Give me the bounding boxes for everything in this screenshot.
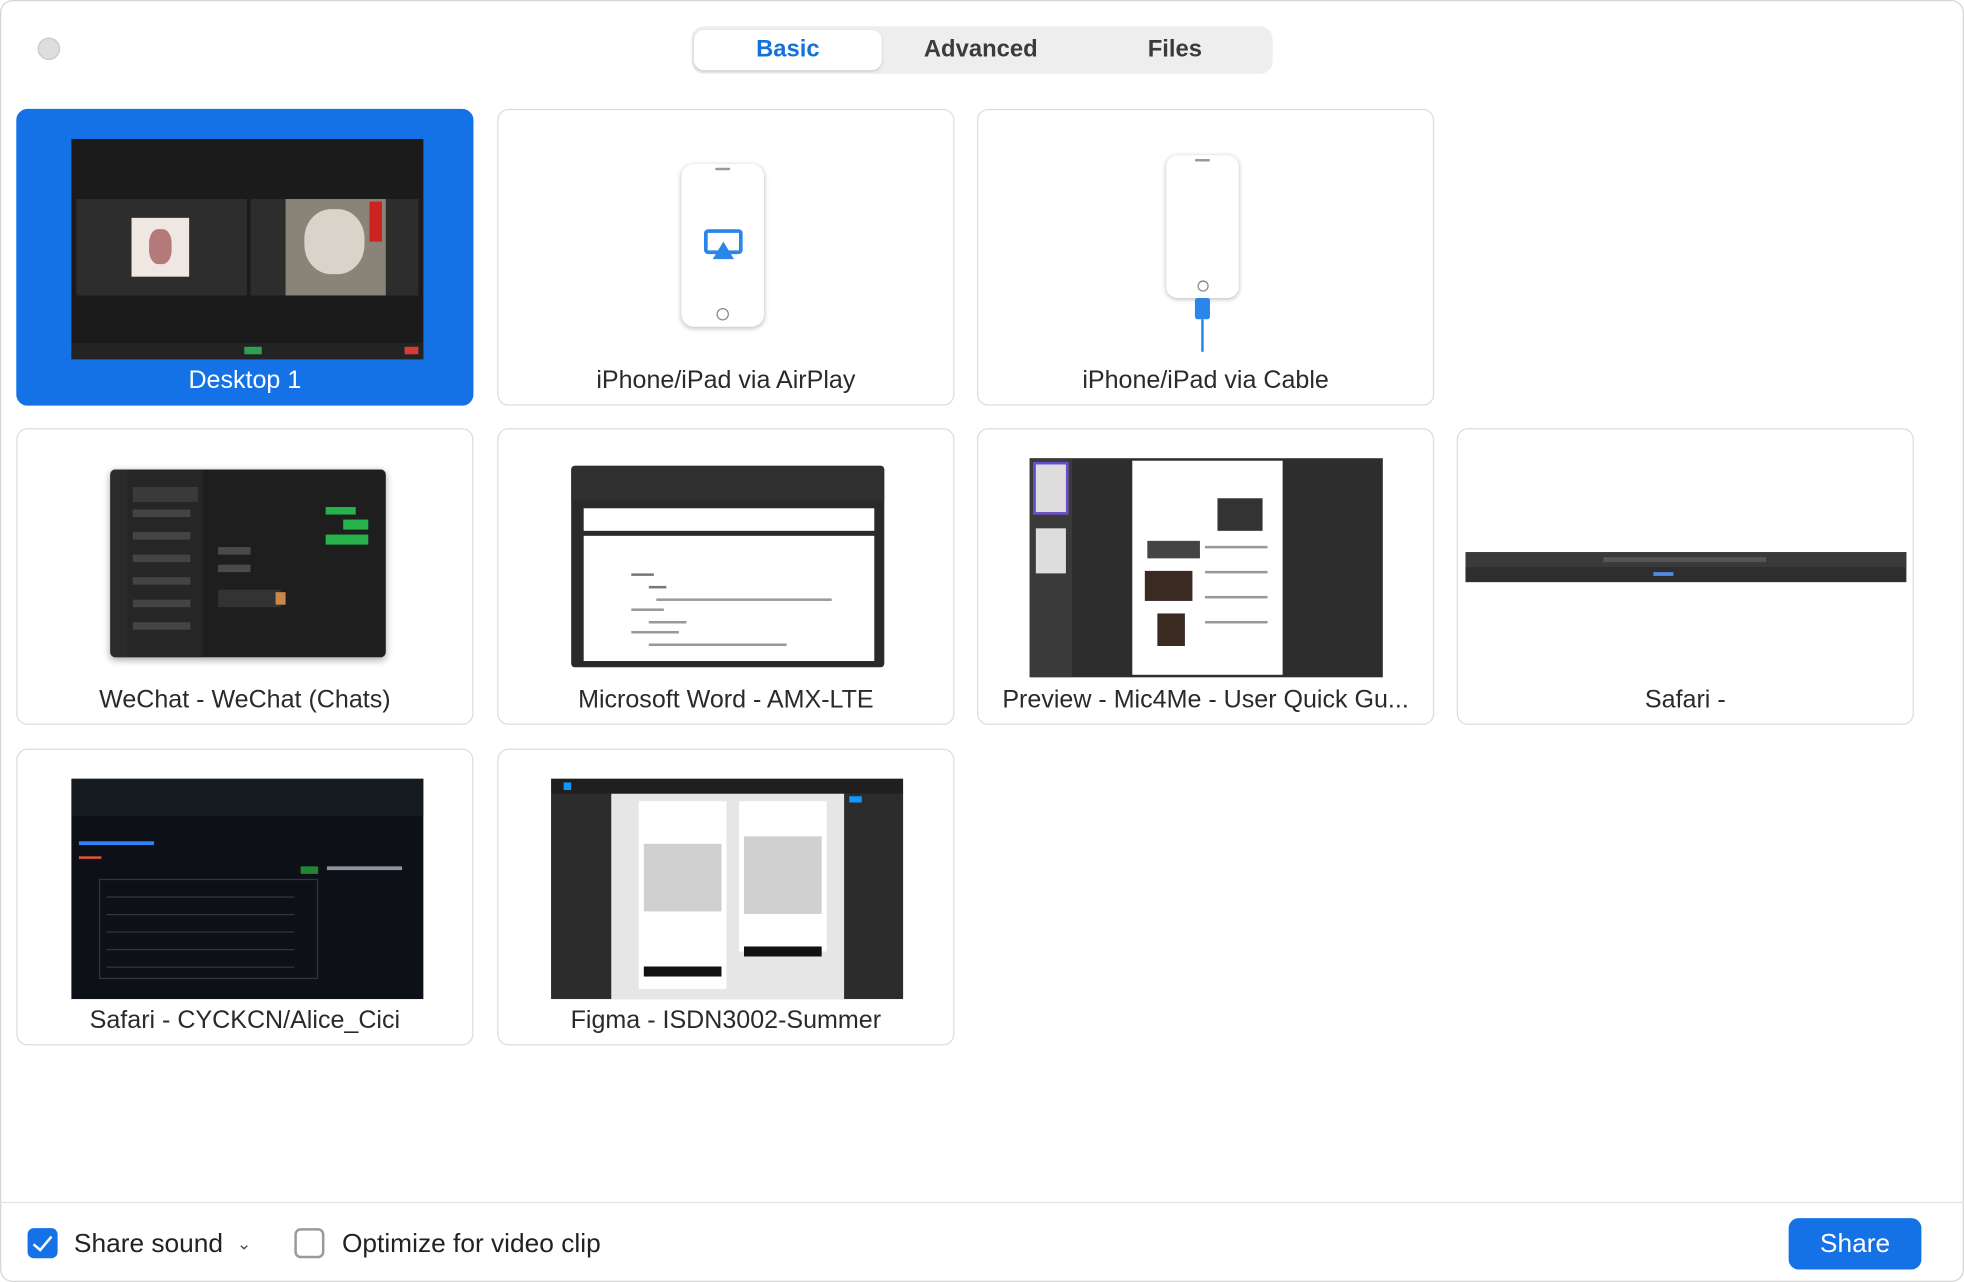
cable-icon xyxy=(1194,297,1210,320)
figma-thumbnail xyxy=(551,778,904,1000)
footer-divider xyxy=(0,1201,1964,1204)
share-option-preview[interactable]: Preview - Mic4Me - User Quick Gu... xyxy=(976,428,1435,725)
tile-label: WeChat - WeChat (Chats) xyxy=(99,686,391,714)
tab-bar: Basic Advanced Files xyxy=(691,26,1273,74)
share-button[interactable]: Share xyxy=(1788,1218,1922,1270)
tile-label: Preview - Mic4Me - User Quick Gu... xyxy=(1002,686,1409,714)
share-option-desktop-1[interactable]: Desktop 1 xyxy=(16,108,474,406)
optimize-video-checkbox[interactable] xyxy=(294,1228,325,1259)
optimize-video-label: Optimize for video clip xyxy=(341,1229,601,1259)
desktop-thumbnail xyxy=(71,138,424,360)
share-option-word[interactable]: Microsoft Word - AMX-LTE xyxy=(497,428,955,725)
github-thumbnail xyxy=(71,778,424,1000)
tab-advanced[interactable]: Advanced xyxy=(886,30,1076,70)
share-sound-label: Share sound xyxy=(73,1229,224,1259)
tab-files[interactable]: Files xyxy=(1080,30,1270,70)
wechat-thumbnail xyxy=(110,469,386,658)
tab-basic[interactable]: Basic xyxy=(693,30,882,71)
airplay-icon xyxy=(703,229,743,260)
tile-label: iPhone/iPad via AirPlay xyxy=(596,366,856,395)
tile-label: iPhone/iPad via Cable xyxy=(1082,366,1329,395)
tile-label: Desktop 1 xyxy=(188,366,302,395)
tile-label: Microsoft Word - AMX-LTE xyxy=(578,686,874,714)
share-option-iphone-cable[interactable]: iPhone/iPad via Cable xyxy=(976,108,1435,406)
share-option-safari-blank[interactable]: Safari - xyxy=(1456,428,1914,725)
preview-thumbnail xyxy=(1029,458,1383,678)
share-screen-dialog: Basic Advanced Files Desktop 1 iPhone/iP… xyxy=(0,0,1964,1282)
share-option-iphone-airplay[interactable]: iPhone/iPad via AirPlay xyxy=(497,108,955,406)
word-thumbnail xyxy=(571,465,885,668)
tile-label: Safari - xyxy=(1644,686,1726,714)
tile-label: Safari - CYCKCN/Alice_Cici xyxy=(89,1006,401,1035)
share-option-figma[interactable]: Figma - ISDN3002-Summer xyxy=(497,748,955,1046)
share-sound-checkbox[interactable] xyxy=(27,1228,58,1259)
safari-thumbnail xyxy=(1465,552,1907,583)
share-option-wechat[interactable]: WeChat - WeChat (Chats) xyxy=(16,428,474,725)
window-close-button[interactable] xyxy=(37,37,61,61)
share-option-safari-github[interactable]: Safari - CYCKCN/Alice_Cici xyxy=(16,748,474,1046)
chevron-down-icon[interactable]: ⌄ xyxy=(237,1233,252,1254)
iphone-device-icon xyxy=(681,164,765,327)
tile-label: Figma - ISDN3002-Summer xyxy=(570,1006,882,1035)
iphone-cable-device-icon xyxy=(1166,155,1239,298)
